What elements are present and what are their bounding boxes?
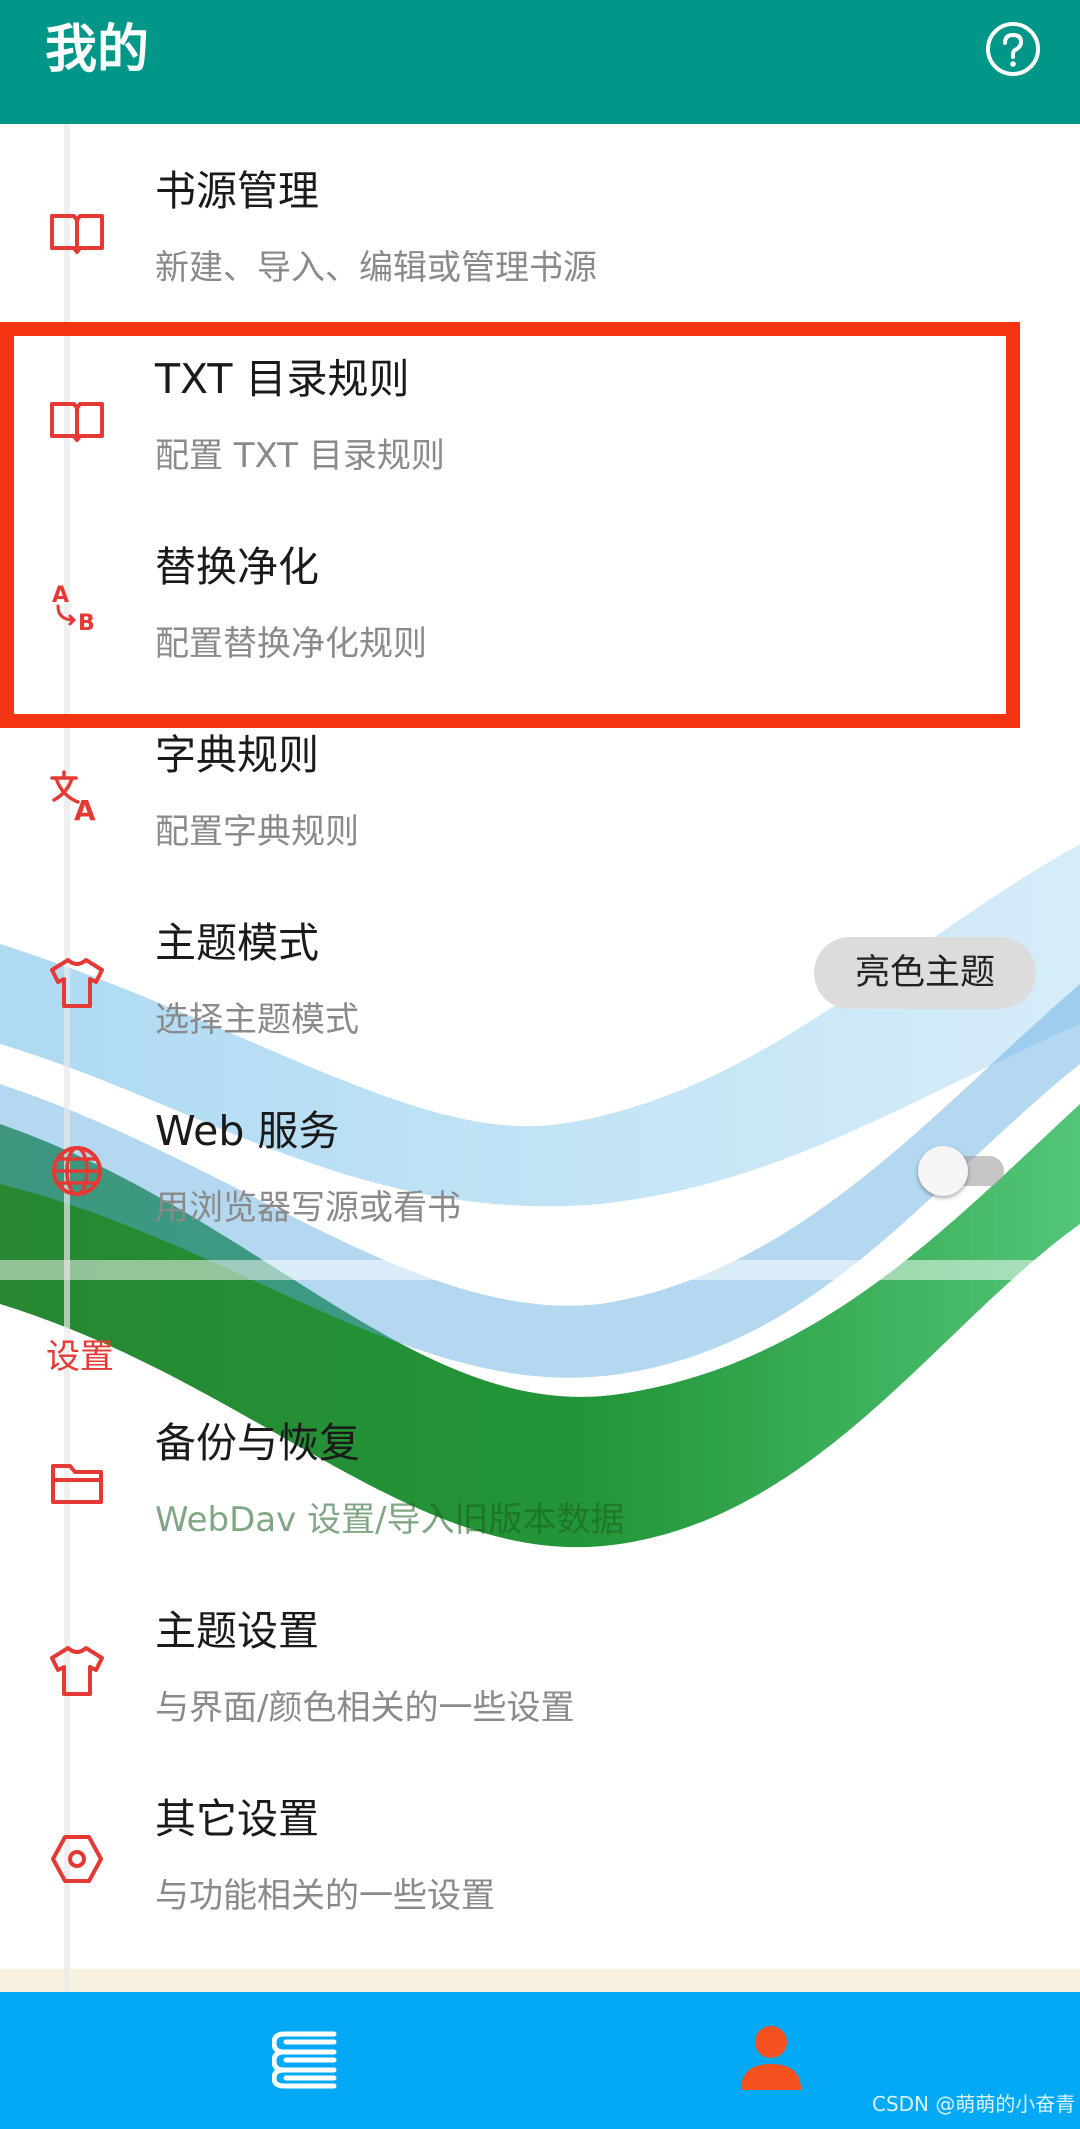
item-title: 替换净化 — [155, 543, 319, 591]
help-circle-icon[interactable] — [984, 20, 1042, 78]
folder-icon — [51, 1464, 103, 1504]
settings-list[interactable]: 书源管理 新建、导入、编辑或管理书源 TXT 目录规则 配置 TXT 目录规则 … — [0, 124, 1080, 1992]
tshirt-icon — [50, 958, 104, 1008]
item-subtitle: 配置字典规则 — [155, 812, 359, 852]
a-to-b-replace-icon: A B — [52, 583, 95, 636]
item-title: 其它设置 — [155, 1795, 319, 1843]
item-subtitle: 配置 TXT 目录规则 — [155, 436, 445, 476]
item-title: 主题模式 — [155, 919, 319, 967]
item-title: 书源管理 — [155, 167, 319, 215]
item-subtitle: WebDav 设置/导入旧版本数据 — [155, 1500, 625, 1540]
svg-text:A: A — [52, 583, 69, 608]
person-icon[interactable] — [738, 2024, 804, 2092]
list-item-book-source[interactable]: 书源管理 新建、导入、编辑或管理书源 — [0, 136, 1080, 324]
hexagon-settings-icon — [51, 1835, 103, 1883]
bookshelf-icon[interactable] — [272, 2028, 342, 2090]
book-open-icon — [50, 214, 104, 254]
watermark-text: CSDN @萌萌的小奋青 — [872, 2092, 1076, 2116]
book-open-icon — [50, 402, 104, 442]
tshirt-icon — [50, 1646, 104, 1696]
globe-icon — [52, 1146, 102, 1196]
list-item-other-settings[interactable]: 其它设置 与功能相关的一些设置 — [0, 1764, 1080, 1952]
translate-icon: A — [50, 770, 96, 824]
app-bar: 我的 — [0, 0, 1080, 124]
section-header-settings: 设置 — [46, 1337, 114, 1377]
item-subtitle: 配置替换净化规则 — [155, 624, 427, 664]
page-title: 我的 — [45, 20, 150, 80]
item-subtitle: 与功能相关的一些设置 — [155, 1876, 495, 1916]
theme-mode-chip[interactable]: 亮色主题 — [814, 937, 1036, 1009]
item-title: TXT 目录规则 — [155, 355, 410, 403]
item-subtitle: 新建、导入、编辑或管理书源 — [155, 248, 597, 288]
web-service-toggle[interactable] — [918, 1140, 1010, 1196]
svg-text:A: A — [74, 794, 96, 824]
item-title: 备份与恢复 — [155, 1419, 360, 1467]
svg-text:B: B — [78, 611, 95, 636]
list-item-dictionary-rules[interactable]: A 字典规则 配置字典规则 — [0, 700, 1080, 888]
item-title: 主题设置 — [155, 1607, 319, 1655]
list-item-backup-restore[interactable]: 备份与恢复 WebDav 设置/导入旧版本数据 — [0, 1388, 1080, 1576]
item-subtitle: 选择主题模式 — [155, 1000, 359, 1040]
bottom-navigation: CSDN @萌萌的小奋青 — [0, 1992, 1080, 2129]
item-title: Web 服务 — [155, 1107, 340, 1155]
list-item-theme-settings[interactable]: 主题设置 与界面/颜色相关的一些设置 — [0, 1576, 1080, 1764]
item-title: 字典规则 — [155, 731, 319, 779]
item-subtitle: 用浏览器写源或看书 — [155, 1188, 461, 1228]
toggle-thumb — [918, 1146, 968, 1196]
list-item-replace-rules[interactable]: A B 替换净化 配置替换净化规则 — [0, 512, 1080, 700]
item-subtitle: 与界面/颜色相关的一些设置 — [155, 1688, 575, 1728]
list-item-txt-toc-rules[interactable]: TXT 目录规则 配置 TXT 目录规则 — [0, 324, 1080, 512]
